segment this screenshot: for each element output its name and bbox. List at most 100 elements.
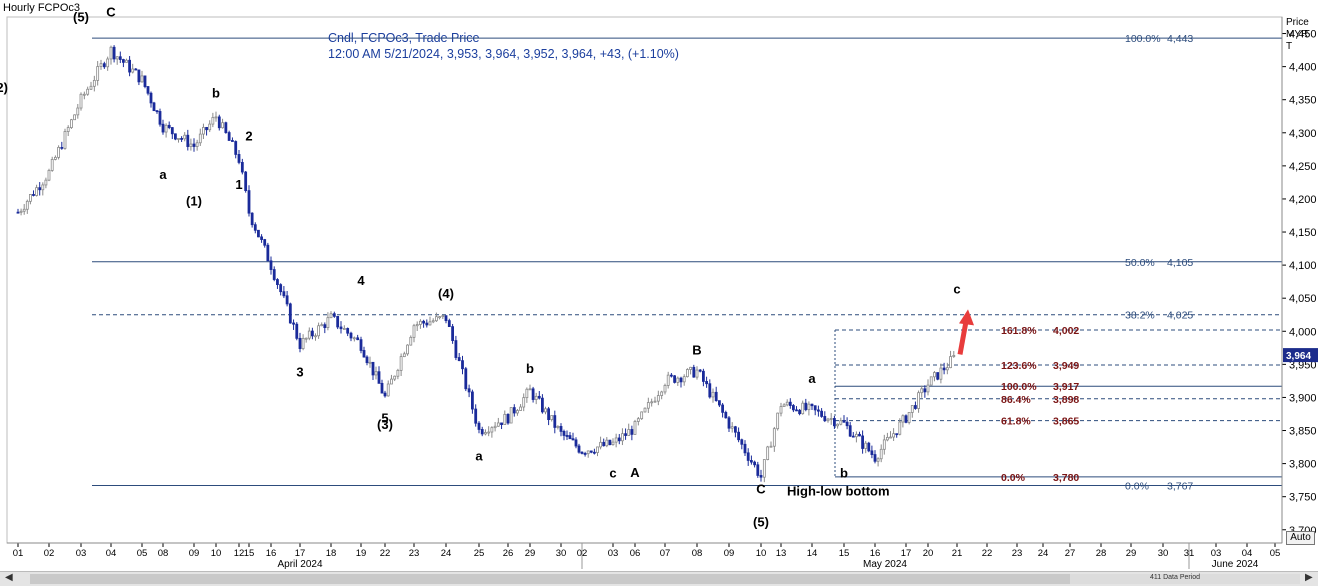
- wave-label: b: [840, 465, 848, 480]
- candle-body: [122, 59, 125, 63]
- candle-body: [643, 407, 647, 413]
- candle-body: [820, 410, 823, 417]
- candle-body: [663, 385, 667, 393]
- candle-body: [646, 402, 650, 409]
- date-tick-label: 06: [630, 548, 641, 559]
- candle-body: [362, 350, 366, 358]
- candle-body: [47, 170, 51, 181]
- extension-percent-label: 161.8%: [1001, 325, 1037, 337]
- price-chart[interactable]: 100.0% 4,44350.0% 4,10538.2% 4,0250.0% 3,767…: [0, 0, 1318, 572]
- wave-label: A: [630, 465, 640, 480]
- candle-body: [250, 212, 254, 226]
- candle-body: [320, 324, 324, 327]
- candle-body: [611, 441, 615, 446]
- candle-body: [221, 122, 224, 129]
- extension-percent-label: 86.4%: [1001, 394, 1031, 406]
- candle-body: [766, 446, 770, 460]
- candle-body: [310, 330, 314, 337]
- candle-body: [718, 400, 721, 406]
- candle-body: [577, 445, 581, 453]
- candle-body: [89, 85, 93, 90]
- candle-body: [898, 421, 902, 435]
- date-tick-label: 04: [1242, 548, 1253, 559]
- candle-body: [317, 325, 321, 337]
- candle-body: [627, 429, 631, 436]
- candle-body: [269, 260, 273, 270]
- candle-body: [342, 328, 346, 330]
- candle-body: [617, 437, 621, 442]
- candle-body: [782, 404, 786, 407]
- candle-body: [559, 426, 563, 432]
- wave-label: a: [159, 167, 167, 182]
- candle-body: [186, 134, 190, 147]
- date-tick-label: 08: [692, 548, 703, 559]
- auto-scale-button[interactable]: Auto: [1286, 531, 1315, 545]
- candle-body: [810, 403, 814, 407]
- candle-body: [621, 433, 624, 442]
- date-tick-label: 15: [244, 548, 255, 559]
- candle-body: [70, 119, 73, 128]
- candle-body: [929, 376, 933, 386]
- candle-body: [365, 356, 369, 364]
- date-tick-label: 23: [1012, 548, 1023, 559]
- scroll-left-icon[interactable]: ◀: [5, 572, 13, 583]
- candle-body: [686, 369, 689, 378]
- candle-body: [788, 401, 792, 406]
- candle-body: [282, 291, 286, 297]
- candle-body: [359, 339, 363, 351]
- candle-body: [227, 132, 231, 141]
- price-tick-label: 3,750: [1289, 492, 1317, 504]
- candle-body: [823, 416, 827, 422]
- candle-body: [208, 123, 212, 131]
- candle-body: [914, 405, 917, 409]
- wave-label: 1: [235, 177, 242, 192]
- retracement-percent-label: 100.0%: [1125, 33, 1161, 45]
- candle-body: [695, 369, 699, 378]
- candle-body: [522, 397, 526, 408]
- date-tick-label: 05: [137, 548, 148, 559]
- candle-body: [864, 442, 868, 449]
- candle-body: [189, 143, 193, 147]
- wave-label: (2): [0, 80, 8, 95]
- candle-body: [76, 107, 80, 116]
- candle-body: [512, 407, 516, 414]
- candle-body: [19, 210, 23, 213]
- candle-body: [234, 141, 238, 155]
- candle-body: [593, 451, 596, 454]
- candle-body: [583, 453, 587, 455]
- candle-body: [945, 367, 949, 371]
- extension-percent-label: 0.0%: [1001, 472, 1026, 484]
- candle-body: [349, 332, 353, 339]
- wave-label: C: [756, 481, 766, 496]
- candle-body: [769, 445, 773, 448]
- date-tick-label: 16: [870, 548, 881, 559]
- candle-body: [180, 138, 184, 140]
- candle-body: [933, 372, 936, 378]
- candle-body: [702, 370, 705, 382]
- candle-body: [679, 377, 683, 383]
- date-tick-label: 05: [1270, 548, 1281, 559]
- wave-label: c: [953, 282, 960, 297]
- candle-body: [92, 79, 96, 87]
- candle-body: [673, 375, 676, 383]
- candle-body: [128, 59, 132, 73]
- candle-body: [556, 426, 560, 428]
- date-tick-label: 30: [1158, 548, 1169, 559]
- candle-body: [544, 408, 547, 413]
- candle-body: [415, 324, 419, 327]
- scrollbar-thumb[interactable]: [30, 574, 1070, 584]
- price-tick-label: 4,450: [1289, 29, 1317, 41]
- date-tick-label: 22: [380, 548, 391, 559]
- candle-body: [804, 402, 808, 411]
- candle-body: [562, 431, 566, 436]
- date-tick-label: 25: [474, 548, 485, 559]
- wave-label: B: [692, 342, 701, 357]
- time-scrollbar[interactable]: ◀ 411 Data Period ▶: [0, 571, 1318, 586]
- price-tick-label: 4,150: [1289, 227, 1317, 239]
- date-tick-label: 01: [13, 548, 24, 559]
- candle-body: [474, 408, 478, 424]
- candle-body: [50, 159, 54, 171]
- candle-body: [434, 316, 438, 322]
- scroll-right-icon[interactable]: ▶: [1305, 572, 1313, 583]
- candle-body: [158, 111, 162, 125]
